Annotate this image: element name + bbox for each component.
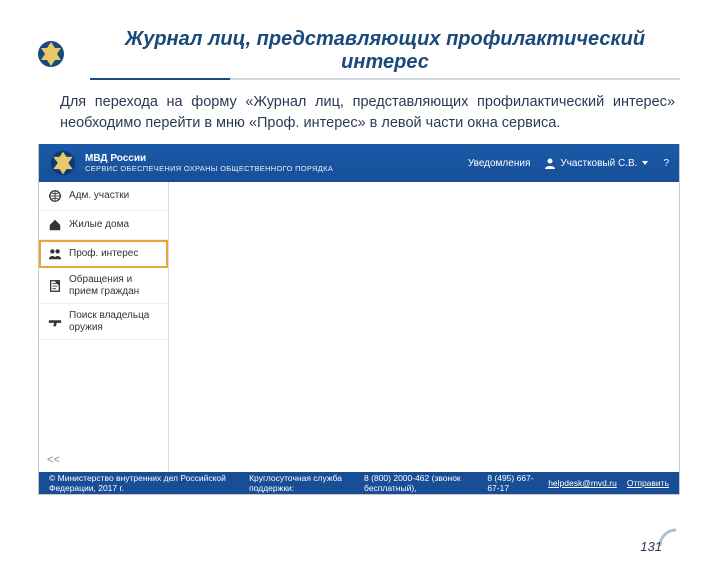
app-topbar: МВД России СЕРВИС ОБЕСПЕЧЕНИЯ ОХРАНЫ ОБЩ… <box>39 144 679 182</box>
user-icon <box>544 157 556 169</box>
house-icon <box>47 217 63 233</box>
people-icon <box>47 246 63 262</box>
footer-support-label: Круглосуточная служба поддержки: <box>249 473 354 493</box>
sidebar-item-adm-uchastki[interactable]: Адм. участки <box>39 182 168 211</box>
slide-title-underline <box>90 78 680 80</box>
slide-emblem-icon <box>35 38 67 70</box>
app-screenshot: МВД России СЕРВИС ОБЕСПЕЧЕНИЯ ОХРАНЫ ОБЩ… <box>38 144 680 495</box>
footer-email-link[interactable]: helpdesk@mvd.ru <box>548 478 617 488</box>
footer-phone1: 8 (800) 2000-462 (звонок бесплатный), <box>364 473 477 493</box>
user-name: Участковый С.В. <box>560 158 637 169</box>
sidebar: Адм. участки Жилые дома Проф. интерес Об… <box>39 182 169 472</box>
footer-phone2: 8 (495) 667-67-17 <box>487 473 538 493</box>
notifications-link[interactable]: Уведомления <box>468 158 531 169</box>
app-title-block: МВД России СЕРВИС ОБЕСПЕЧЕНИЯ ОХРАНЫ ОБЩ… <box>85 153 333 173</box>
globe-icon <box>47 188 63 204</box>
notifications-label: Уведомления <box>468 158 531 169</box>
gun-icon <box>47 314 63 330</box>
footer-send-link[interactable]: Отправить <box>627 478 669 488</box>
sidebar-collapse-button[interactable]: << <box>39 448 168 472</box>
user-menu[interactable]: Участковый С.В. <box>544 157 649 169</box>
collapse-label: << <box>47 454 60 466</box>
app-title-sub: СЕРВИС ОБЕСПЕЧЕНИЯ ОХРАНЫ ОБЩЕСТВЕННОГО … <box>85 164 333 173</box>
sidebar-item-prof-interes[interactable]: Проф. интерес <box>39 240 168 268</box>
note-icon <box>47 278 63 294</box>
sidebar-item-obrashcheniya[interactable]: Обращения и прием граждан <box>39 268 168 304</box>
app-body: Адм. участки Жилые дома Проф. интерес Об… <box>39 182 679 472</box>
footer-copyright: © Министерство внутренних дел Российской… <box>49 473 239 493</box>
sidebar-item-label: Жилые дома <box>69 219 129 231</box>
sidebar-item-label: Адм. участки <box>69 190 129 202</box>
app-title-main: МВД России <box>85 153 333 164</box>
chevron-down-icon <box>641 159 649 167</box>
page-number: 131 <box>640 539 662 554</box>
app-emblem-icon <box>49 149 77 177</box>
sidebar-item-zhilye-doma[interactable]: Жилые дома <box>39 211 168 240</box>
app-footer: © Министерство внутренних дел Российской… <box>39 472 679 494</box>
sidebar-item-poisk-vladeltsa[interactable]: Поиск владельца оружия <box>39 304 168 340</box>
main-area <box>169 182 679 472</box>
sidebar-item-label: Проф. интерес <box>69 248 138 260</box>
sidebar-item-label: Поиск владельца оружия <box>69 310 160 333</box>
sidebar-item-label: Обращения и прием граждан <box>69 274 160 297</box>
help-button[interactable]: ? <box>663 158 669 169</box>
slide-title: Журнал лиц, представляющих профилактичес… <box>90 28 680 74</box>
slide-body-text: Для перехода на форму «Журнал лиц, предс… <box>60 92 675 134</box>
help-label: ? <box>663 158 669 169</box>
